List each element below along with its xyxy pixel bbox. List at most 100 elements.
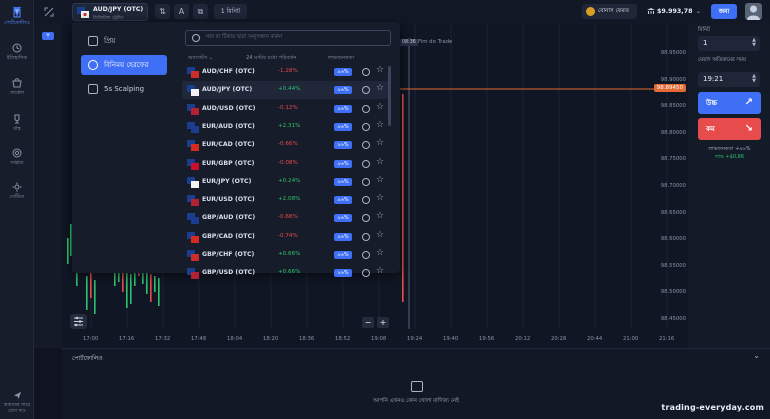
asset-row-name: EUR/GBP (OTC) [202,159,255,167]
asset-row[interactable]: GBP/AUD (OTC) -0.68% ৯৬% ☆ [182,209,390,227]
asset-row[interactable]: EUR/GBP (OTC) -0.08% ৯৬% ☆ [182,155,390,173]
expiry-label: মেয়াদ অতিক্রমের সময় [698,57,746,63]
info-icon[interactable] [362,104,370,113]
payout-badge: ৯৬% [334,68,352,76]
category-tab-0[interactable]: প্রিয় [81,31,167,51]
asset-row[interactable]: EUR/CAD (OTC) -0.66% ৯৬% ☆ [182,136,390,154]
scrollbar[interactable] [388,66,391,126]
info-icon[interactable] [362,251,370,259]
info-icon[interactable] [362,269,370,278]
star-icon[interactable]: ☆ [376,138,384,148]
stepper-icon[interactable]: ▲ ▼ [752,38,756,48]
category-tab-1[interactable]: বিনিময় হেরফের [81,55,167,75]
asset-row-change: -1.28% [278,68,298,74]
star-icon[interactable]: ☆ [376,120,384,130]
left-sidebar: পোর্টফোলিও ইতিহাসিক সার্কেল র্যাঙ্ক সাহায্য স… [0,0,34,419]
asset-row-name: AUD/CHF (OTC) [202,68,255,75]
star-icon[interactable]: ☆ [376,83,384,93]
star-icon[interactable]: ☆ [376,230,384,240]
info-icon[interactable] [362,122,370,131]
column-header-payout[interactable]: লাভজনকতা [328,55,354,63]
info-icon[interactable] [362,232,370,241]
bonus-button[interactable]: বোনাস ফেরত [582,4,637,19]
x-axis-label: 20:28 [551,336,567,342]
star-icon[interactable]: ☆ [376,157,384,167]
portfolio-icon [13,9,21,18]
portfolio-title[interactable]: পোর্টফোলিও [72,353,103,364]
star-icon[interactable]: ☆ [376,193,384,203]
sidebar-item-1[interactable]: ইতিহাসিক [0,43,34,63]
asset-selector-tab[interactable]: AUD/JPY (OTC) ডিজিটাল ট্রেডিং ⌃ [72,3,148,21]
drawing-tools-button[interactable]: A [174,4,189,19]
currency-flag-icon [187,231,199,243]
join-us-link[interactable]: আমাদের সাথে যোগ দাও [0,391,34,415]
higher-button[interactable]: উচ্চ ↗ [698,92,761,114]
category-tab-2[interactable]: 5s Scalping [81,79,167,99]
expiry-time-input[interactable]: 19:21 ▲ ▼ [698,72,760,87]
price-candle [90,270,92,298]
sidebar-item-2[interactable]: সার্কেল [0,78,34,98]
sidebar-item-3[interactable]: র্যাঙ্ক [0,114,34,134]
deposit-button[interactable]: জমা [711,4,737,19]
price-candle [158,278,160,306]
info-icon[interactable] [362,159,370,168]
x-axis-label: 18:36 [299,336,315,342]
asset-row[interactable]: AUD/JPY (OTC) +0.44% ৯৬% ☆ [182,81,390,100]
info-icon[interactable] [362,141,370,150]
sidebar-item-label: সেটিংস [9,194,25,200]
y-axis-label: 98.60000 [660,236,686,243]
star-icon[interactable]: ☆ [376,211,384,221]
info-icon[interactable] [362,214,370,223]
trade-end-label: Fim do Trade [418,39,453,45]
duration-input[interactable]: 1 ▲ ▼ [698,36,760,51]
star-icon[interactable]: ☆ [376,266,384,276]
asset-row[interactable]: GBP/USD (OTC) +0.66% ৯৬% ☆ [182,264,390,282]
sidebar-item-0[interactable]: পোর্টফোলিও [0,8,34,28]
info-icon[interactable] [362,68,370,76]
asset-row[interactable]: AUD/USD (OTC) -0.12% ৯৬% ☆ [182,100,390,118]
stepper-icon[interactable]: ▲ ▼ [752,74,756,84]
star-icon[interactable]: ☆ [376,102,384,112]
payout-badge: ৯৬% [334,104,352,113]
chart-settings-button[interactable] [70,314,87,329]
category-icon [88,36,98,46]
zoom-out-button[interactable]: − [362,317,374,328]
sidebar-item-4[interactable]: সাহায্য [0,148,34,168]
asset-row-change: -0.68% [278,214,298,221]
asset-row[interactable]: AUD/CHF (OTC) -1.28% ৯৬% ☆ [182,63,390,81]
column-header-asset[interactable]: অ্যাসেটস ⌄ [188,55,213,63]
fullscreen-icon[interactable] [44,7,54,17]
info-icon[interactable] [362,177,370,186]
chart-type-button[interactable]: ⇅ [155,4,170,19]
asset-row[interactable]: EUR/AUD (OTC) +2.31% ৯৬% ☆ [182,118,390,136]
payout-badge: ৯৬% [334,122,352,131]
info-icon[interactable] [362,196,370,205]
asset-row-change: -0.66% [278,141,298,148]
info-icon[interactable] [362,86,370,95]
asset-search-input[interactable]: নাম বা টিকার দ্বারা অনুসন্ধান করুন [185,30,391,46]
asset-row[interactable]: EUR/JPY (OTC) +0.24% ৯৬% ☆ [182,173,390,191]
star-icon[interactable]: ☆ [376,175,384,185]
sidebar-item-label: র্যাঙ্ক [13,126,21,132]
zoom-in-button[interactable]: + [377,317,389,328]
sidebar-item-5[interactable]: সেটিংস [0,182,34,202]
price-candle [154,276,156,292]
timeframe-button[interactable]: 1 মিনিট [214,4,247,19]
asset-row[interactable]: EUR/USD (OTC) +2.08% ৯৬% ☆ [182,191,390,209]
chevron-down-icon[interactable]: ⌄ [753,351,760,360]
avatar[interactable] [745,3,762,20]
y-axis-label: 98.90000 [660,76,686,83]
currency-flag-icon [187,195,199,207]
indicators-button[interactable]: ⧉ [193,4,208,19]
asset-row[interactable]: GBP/CAD (OTC) -0.74% ৯৬% ☆ [182,228,390,246]
x-axis-label: 20:44 [587,336,603,342]
currency-flag-icon [187,176,199,188]
add-chart-button[interactable]: + [42,32,54,40]
asset-row[interactable]: GBP/CHF (OTC) +0.66% ৯৬% ☆ [182,246,390,264]
column-header-change[interactable]: 24 ঘণ্টার মধ্যে পরিবর্তন [246,55,297,63]
currency-flag-icon [187,140,199,152]
star-icon[interactable]: ☆ [376,248,384,258]
star-icon[interactable]: ☆ [376,65,384,75]
lower-button[interactable]: কম ↘ [698,118,761,140]
balance-dropdown[interactable]: $9.993,78 ⌄ [645,4,705,19]
